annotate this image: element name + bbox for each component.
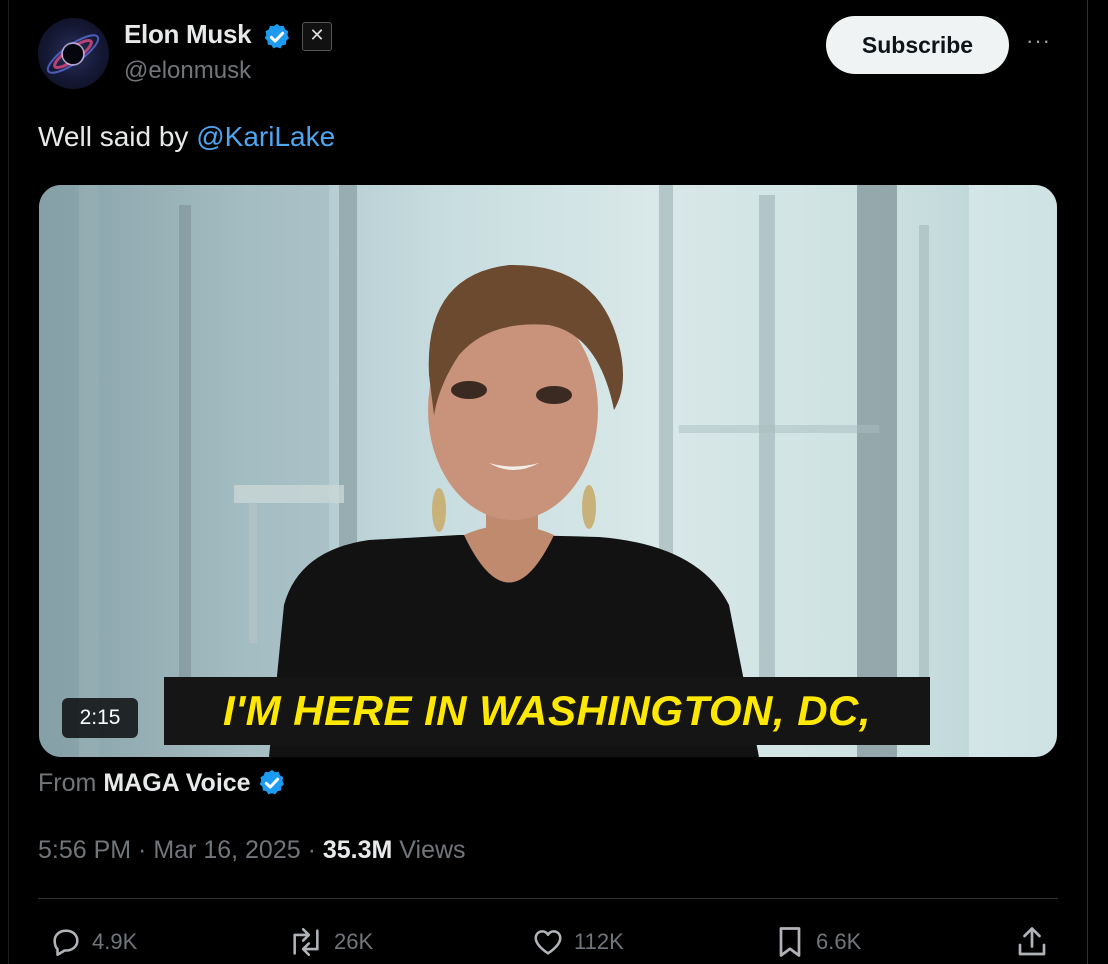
repost-icon <box>293 927 319 957</box>
timestamp[interactable]: 5:56 PM · Mar 16, 2025 · <box>38 836 323 864</box>
video-frame <box>39 185 1057 757</box>
avatar-art <box>46 34 100 74</box>
reply-icon <box>53 929 79 957</box>
bookmark-count: 6.6K <box>816 929 862 954</box>
tweet-text-prefix: Well said by <box>38 121 197 152</box>
like-count: 112K <box>574 929 624 954</box>
more-options-icon[interactable]: ··· <box>1026 28 1051 54</box>
subscribe-button[interactable]: Subscribe <box>826 16 1009 74</box>
share-button[interactable] <box>1014 922 1058 962</box>
right-border <box>1087 0 1088 964</box>
avatar[interactable] <box>38 18 109 89</box>
media-source[interactable]: From MAGA Voice <box>38 768 287 798</box>
repost-count: 26K <box>334 929 374 954</box>
verified-badge-icon <box>259 769 284 795</box>
views-count: 35.3M <box>322 836 393 864</box>
author-handle[interactable]: @elonmusk <box>124 57 251 85</box>
video-duration: 2:15 <box>62 698 138 738</box>
like-button[interactable]: 112K <box>530 922 624 962</box>
reply-count: 4.9K <box>92 929 138 954</box>
author-name[interactable]: Elon Musk <box>124 19 252 50</box>
repost-button[interactable]: 26K <box>286 922 373 962</box>
tweet-text: Well said by @KariLake <box>38 121 335 153</box>
heart-icon <box>534 930 562 955</box>
bookmark-button[interactable]: 6.6K <box>772 922 861 962</box>
video-player[interactable] <box>39 185 1057 757</box>
reply-button[interactable]: 4.9K <box>48 922 137 962</box>
divider <box>38 898 1058 899</box>
share-icon <box>1018 927 1046 956</box>
from-label: From <box>38 768 97 797</box>
tweet-meta: 5:56 PM · Mar 16, 2025 · 35.3M Views <box>38 836 466 865</box>
views-label: Views <box>392 836 466 864</box>
video-caption: I'M HERE IN WASHINGTON, DC, <box>164 677 930 745</box>
mention-link[interactable]: @KariLake <box>196 121 335 152</box>
verified-badge-icon <box>264 23 289 49</box>
x-logo-icon: ✕ <box>302 22 332 51</box>
bookmark-icon <box>779 927 801 957</box>
source-name[interactable]: MAGA Voice <box>103 769 250 798</box>
left-border <box>8 0 9 964</box>
